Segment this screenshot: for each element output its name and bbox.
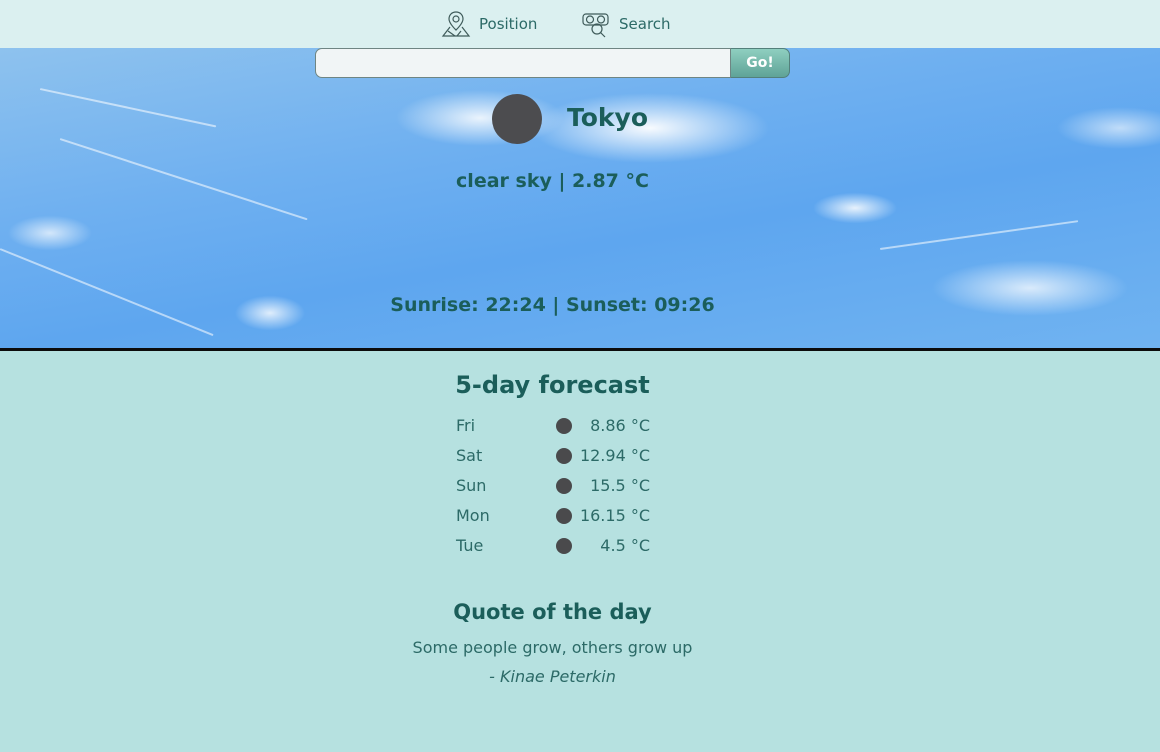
forecast-row: Mon 16.15 °C (456, 504, 650, 528)
forecast-weather-icon (556, 478, 572, 494)
forecast-weather-icon (556, 418, 572, 434)
forecast-weather-icon (556, 448, 572, 464)
quote-title: Quote of the day (453, 600, 652, 624)
forecast-temp: 15.5 °C (590, 476, 650, 495)
quote-author: - Kinae Peterkin (489, 667, 616, 686)
weather-icon (492, 94, 542, 144)
forecast-row: Fri 8.86 °C (456, 414, 650, 438)
sunrise-sunset: Sunrise: 22:24 | Sunset: 09:26 (390, 294, 715, 316)
forecast-day: Mon (456, 506, 490, 525)
forecast-temp: 8.86 °C (590, 416, 650, 435)
search-bar: Go! (315, 48, 790, 78)
forecast-weather-icon (556, 508, 572, 524)
quote-text: Some people grow, others grow up (412, 638, 693, 657)
forecast-temp: 16.15 °C (579, 506, 650, 525)
forecast-row: Tue 4.5 °C (456, 534, 650, 558)
forecast-day: Sat (456, 446, 483, 465)
forecast-row: Sat 12.94 °C (456, 444, 650, 468)
binoculars-search-icon (581, 9, 611, 39)
forecast-row: Sun 15.5 °C (456, 474, 650, 498)
go-button[interactable]: Go! (731, 48, 790, 78)
forecast-day: Tue (456, 536, 484, 555)
map-pin-icon (441, 9, 471, 39)
nav-search-label: Search (619, 15, 671, 33)
weather-hero: Go! Tokyo clear sky | 2.87 °C Sunrise: 2… (0, 48, 1160, 348)
nav-position-link[interactable]: Position (441, 8, 537, 40)
cloud-wisp (39, 88, 217, 128)
section-divider (0, 348, 1160, 351)
nav-search-link[interactable]: Search (581, 8, 671, 40)
forecast-day: Sun (456, 476, 487, 495)
forecast-weather-icon (556, 538, 572, 554)
forecast-day: Fri (456, 416, 476, 435)
weather-description: clear sky | 2.87 °C (456, 170, 649, 192)
top-nav: Position Search (0, 0, 1160, 48)
forecast-title: 5-day forecast (455, 371, 650, 399)
forecast-temp: 4.5 °C (600, 536, 650, 555)
cloud-wisp (0, 248, 214, 337)
nav-position-label: Position (479, 15, 538, 33)
city-search-input[interactable] (315, 48, 731, 78)
forecast-temp: 12.94 °C (579, 446, 650, 465)
cloud-wisp (879, 220, 1079, 250)
city-name: Tokyo (567, 103, 649, 132)
